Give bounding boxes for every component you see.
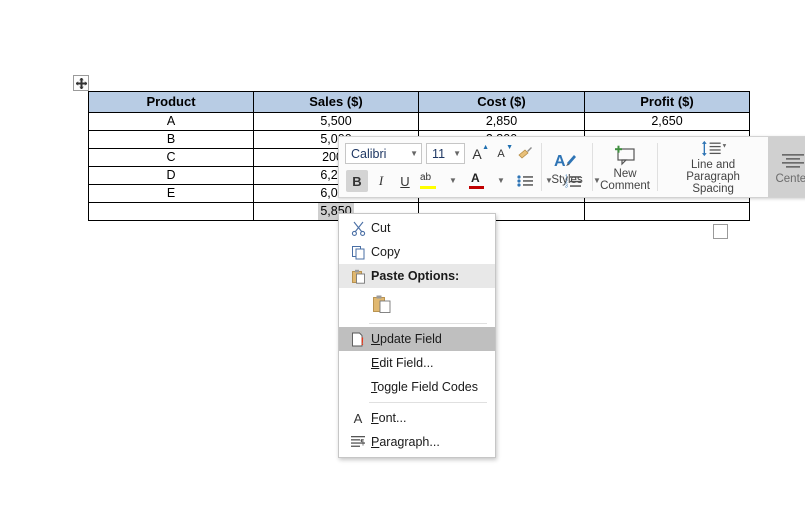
cell-product[interactable]: E [88, 184, 254, 203]
menu-item-font[interactable]: A Font... [339, 406, 495, 430]
menu-item-font-label: Font... [371, 411, 407, 425]
line-spacing-label: Line and Paragraph Spacing [665, 159, 762, 195]
menu-item-cut[interactable]: Cut [339, 216, 495, 240]
table-header-row: Product Sales ($) Cost ($) Profit ($) [88, 91, 750, 113]
cell-cost[interactable]: 2,850 [418, 112, 585, 131]
paste-keep-text-icon[interactable] [371, 292, 393, 316]
column-header-cost: Cost ($) [418, 91, 585, 113]
cell-sales[interactable]: 5,500 [253, 112, 419, 131]
styles-button[interactable]: A Styles [542, 137, 593, 197]
menu-item-paragraph-label: Paragraph... [371, 435, 440, 449]
font-color-glyph: A [469, 171, 485, 190]
cell-product[interactable]: D [88, 166, 254, 185]
paste-options-strip [339, 288, 495, 320]
font-A-icon: A [353, 410, 363, 426]
menu-item-copy[interactable]: Copy [339, 240, 495, 264]
cell-profit[interactable]: 2,650 [584, 112, 750, 131]
mini-toolbar-left-group: Calibri ▼ 11 ▼ A ▲ A ▼ B I U ab ▼ A ▼ ▼ … [339, 137, 601, 197]
line-and-paragraph-spacing-button[interactable]: ▼ Line and Paragraph Spacing [658, 137, 769, 197]
column-header-profit: Profit ($) [584, 91, 750, 113]
bullet-list-icon[interactable] [514, 170, 536, 192]
font-color-icon[interactable]: A [466, 170, 488, 192]
text-highlight-icon[interactable]: ab [418, 170, 440, 192]
mini-toolbar-row-2: B I U ab ▼ A ▼ ▼ 1 2 3 ▼ [345, 168, 601, 194]
menu-item-toggle-field-codes-label: Toggle Field Codes [371, 380, 479, 394]
menu-item-update-field[interactable]: ! Update Field [339, 327, 495, 351]
cell-total-profit[interactable] [584, 202, 750, 221]
svg-text:¶: ¶ [360, 438, 364, 447]
highlight-glyph: ab [420, 172, 438, 190]
menu-item-paste-options: Paste Options: [339, 264, 495, 288]
bold-button[interactable]: B [346, 170, 368, 192]
line-spacing-label-line1: Line and Paragraph [686, 159, 740, 183]
mini-format-toolbar[interactable]: Calibri ▼ 11 ▼ A ▲ A ▼ B I U ab ▼ A ▼ ▼ … [338, 136, 805, 198]
cell-product[interactable]: C [88, 148, 254, 167]
chevron-down-icon: ▼ [453, 148, 461, 158]
align-center-label: Center [775, 172, 805, 185]
menu-item-cut-label: Cut [371, 221, 391, 235]
styles-label: Styles [551, 173, 583, 186]
menu-divider [369, 323, 487, 324]
font-name-combobox[interactable]: Calibri ▼ [345, 143, 423, 164]
svg-text:A: A [554, 153, 566, 170]
new-comment-button[interactable]: New Comment [593, 137, 657, 197]
cell-product[interactable]: A [88, 112, 254, 131]
grow-font-icon[interactable]: A ▲ [466, 143, 489, 165]
font-name-value: Calibri [351, 146, 387, 161]
font-size-value: 11 [432, 146, 446, 161]
table-resize-handle[interactable] [713, 224, 728, 239]
menu-divider [369, 402, 487, 403]
align-center-button[interactable]: Center [768, 137, 805, 197]
highlight-dropdown-chevron-down-icon[interactable]: ▼ [442, 170, 464, 192]
font-color-dropdown-chevron-down-icon[interactable]: ▼ [490, 170, 512, 192]
mini-toolbar-row-1: Calibri ▼ 11 ▼ A ▲ A ▼ [345, 141, 537, 166]
menu-item-paste-options-label: Paste Options: [371, 269, 460, 283]
shrink-font-icon[interactable]: A ▼ [490, 143, 513, 165]
italic-button[interactable]: I [370, 170, 392, 192]
new-comment-label-line1: New [613, 167, 637, 180]
menu-item-toggle-field-codes[interactable]: Toggle Field Codes [339, 375, 495, 399]
copy-icon [345, 245, 371, 260]
format-painter-icon[interactable] [514, 143, 536, 165]
menu-item-copy-label: Copy [371, 245, 401, 259]
scissors-icon [345, 221, 371, 236]
menu-item-edit-field[interactable]: Edit Field... [339, 351, 495, 375]
context-menu[interactable]: Cut Copy Paste Options: ! Update Field E… [338, 213, 496, 458]
underline-button[interactable]: U [394, 170, 416, 192]
chevron-down-icon: ▼ [410, 148, 419, 158]
new-comment-label-line2: Comment [600, 179, 650, 192]
menu-item-edit-field-label: Edit Field... [371, 356, 434, 370]
font-size-combobox[interactable]: 11 ▼ [426, 143, 465, 164]
svg-text:▼: ▼ [722, 144, 728, 150]
cell-total-product[interactable] [88, 202, 254, 221]
table-move-handle[interactable] [73, 75, 89, 91]
table-row[interactable]: A 5,500 2,850 2,650 [88, 112, 750, 131]
svg-text:!: ! [360, 336, 364, 347]
column-header-sales: Sales ($) [253, 91, 419, 113]
menu-item-update-field-label: Update Field [371, 332, 442, 346]
line-spacing-label-line2: Spacing [692, 183, 734, 195]
update-field-icon: ! [345, 332, 371, 347]
cell-product[interactable]: B [88, 130, 254, 149]
menu-item-paragraph[interactable]: ¶ Paragraph... [339, 430, 495, 454]
paragraph-icon: ¶ [345, 435, 371, 449]
new-comment-label: New Comment [600, 168, 650, 192]
clipboard-icon [345, 269, 371, 284]
column-header-product: Product [88, 91, 254, 113]
